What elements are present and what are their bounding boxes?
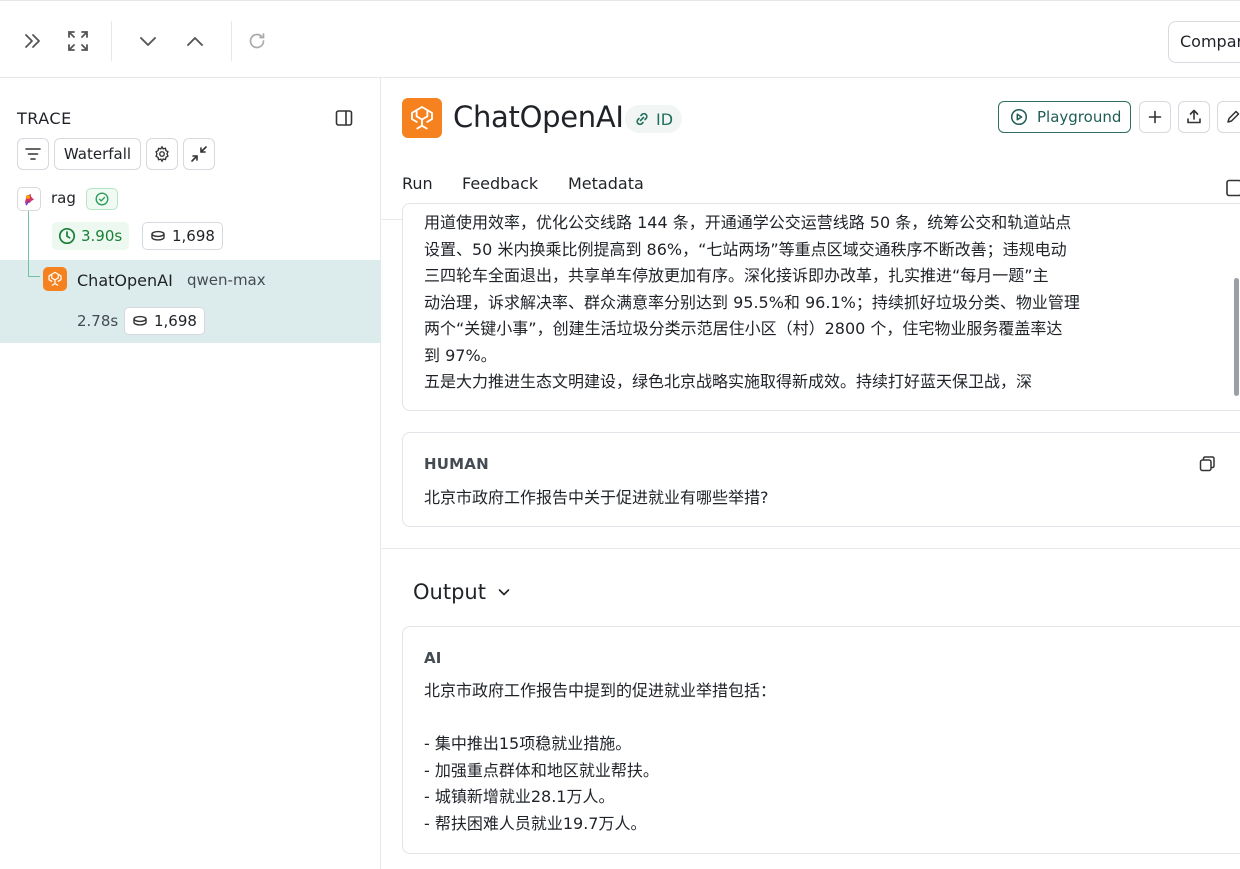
playground-button[interactable]: Playground	[998, 101, 1131, 133]
ai-role-label: AI	[424, 649, 442, 667]
root-latency: 3.90s	[81, 227, 123, 245]
model-name: qwen-max	[187, 271, 266, 289]
add-button[interactable]	[1139, 101, 1171, 133]
tab-metadata[interactable]: Metadata	[568, 174, 644, 193]
upload-icon	[1187, 109, 1201, 124]
collapse-button[interactable]	[183, 138, 215, 170]
top-toolbar: Compar	[0, 0, 1240, 78]
openai-logo-icon	[402, 98, 442, 138]
check-circle-icon	[95, 192, 109, 206]
ai-message-card: AI 北京市政府工作报告中提到的促进就业举措包括： - 集中推出15项稳就业措施…	[402, 626, 1240, 854]
clock-icon	[58, 227, 76, 245]
tab-run[interactable]: Run	[402, 174, 433, 193]
section-divider	[382, 548, 1240, 549]
toolbar-divider	[111, 21, 112, 61]
pencil-icon	[1227, 110, 1240, 123]
panel-layout-icon[interactable]	[334, 108, 354, 132]
gear-icon	[155, 145, 169, 163]
filter-lines-icon	[25, 148, 41, 160]
tree-connector	[28, 276, 40, 277]
human-message-card: HUMAN 北京市政府工作报告中关于促进就业有哪些举措?	[402, 432, 1240, 527]
plus-icon	[1148, 110, 1162, 124]
expand-sidebar-icon[interactable]	[21, 29, 45, 53]
success-status-badge	[86, 188, 118, 210]
share-button[interactable]	[1178, 101, 1210, 133]
trace-node-chatopenai[interactable]: ChatOpenAI	[77, 271, 173, 290]
trace-panel: TRACE Waterfall rag 3.90s 1,698 ChatOpen…	[0, 78, 381, 869]
copy-id-button[interactable]: ID	[625, 105, 683, 133]
output-section-toggle[interactable]: Output	[413, 580, 512, 604]
output-header: Output	[413, 580, 486, 604]
copy-icon[interactable]	[1198, 455, 1216, 477]
root-tokens: 1,698	[172, 227, 215, 245]
link-icon	[636, 112, 648, 126]
playground-label: Playground	[1037, 108, 1122, 126]
fullscreen-icon[interactable]	[66, 29, 90, 53]
ai-message-text: 北京市政府工作报告中提到的促进就业举措包括： - 集中推出15项稳就业措施。 -…	[424, 681, 777, 833]
toolbar-divider	[231, 21, 232, 61]
filter-button[interactable]	[17, 138, 49, 170]
settings-button[interactable]	[146, 138, 178, 170]
openai-logo-icon	[43, 267, 67, 291]
run-title: ChatOpenAI	[453, 100, 624, 134]
chevron-down-icon	[498, 589, 510, 596]
child-token-badge: 1,698	[124, 307, 205, 335]
compare-button[interactable]: Compar	[1168, 21, 1240, 63]
coins-icon	[133, 315, 147, 326]
play-circle-icon	[1010, 108, 1028, 126]
rag-logo-icon	[17, 187, 41, 211]
view-mode-label: Waterfall	[63, 145, 132, 163]
input-message-card: 用道使用效率，优化公交线路 144 条，开通通学公交运营线路 50 条，统筹公交…	[402, 203, 1240, 411]
coins-icon	[151, 230, 165, 241]
child-latency: 2.78s	[77, 312, 119, 330]
tab-feedback[interactable]: Feedback	[462, 174, 538, 193]
id-label: ID	[656, 109, 674, 129]
chevron-up-icon[interactable]	[183, 29, 207, 53]
collapse-arrows-icon	[191, 146, 207, 162]
chevron-down-icon[interactable]	[136, 29, 160, 53]
child-tokens: 1,698	[154, 312, 197, 330]
tree-connector	[28, 211, 29, 277]
root-latency-badge: 3.90s	[52, 222, 130, 250]
human-role-label: HUMAN	[424, 455, 489, 473]
edit-button[interactable]	[1217, 101, 1240, 133]
run-detail-panel: ChatOpenAI ID Playground Run Feedback Me…	[382, 78, 1240, 869]
sidebar-toggle-icon[interactable]	[1225, 178, 1240, 202]
scrollbar-thumb[interactable]	[1234, 278, 1239, 396]
trace-node-rag[interactable]: rag	[51, 189, 76, 207]
input-message-text: 用道使用效率，优化公交线路 144 条，开通通学公交运营线路 50 条，统筹公交…	[424, 213, 1080, 391]
trace-title: TRACE	[17, 109, 72, 128]
refresh-icon[interactable]	[245, 29, 269, 53]
root-token-badge: 1,698	[142, 222, 223, 250]
view-mode-button[interactable]: Waterfall	[54, 138, 141, 170]
human-message-text: 北京市政府工作报告中关于促进就业有哪些举措?	[424, 488, 769, 507]
